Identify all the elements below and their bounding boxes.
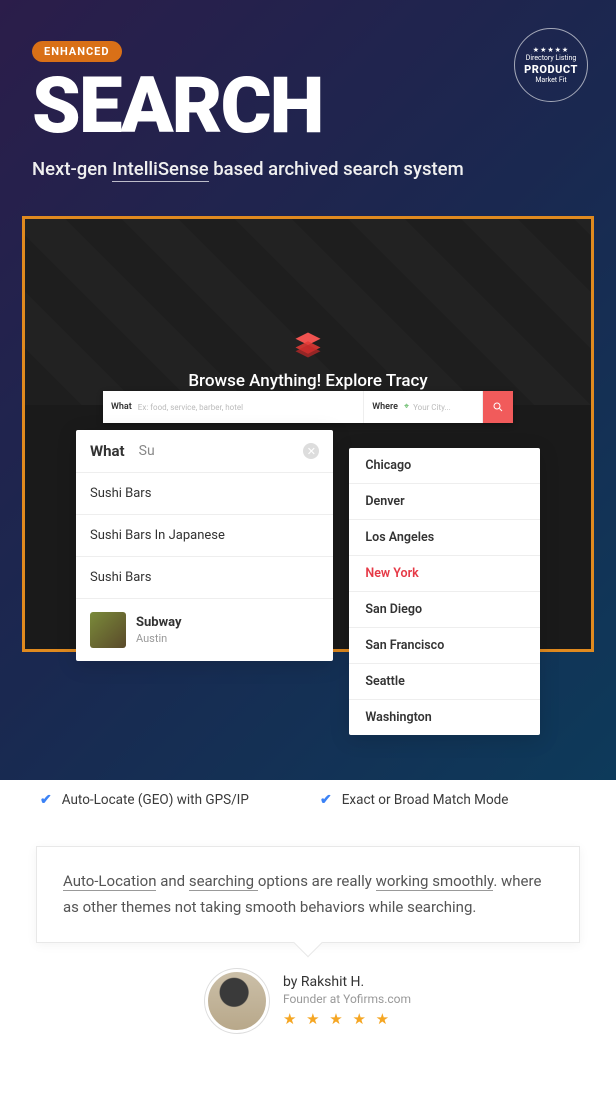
search-what-segment[interactable]: What Ex: food, service, barber, hotel (103, 391, 364, 423)
city-row[interactable]: San Francisco (349, 628, 540, 664)
clear-icon[interactable]: ✕ (303, 443, 319, 459)
what-dropdown: What Su ✕ Sushi Bars Sushi Bars In Japan… (76, 430, 333, 661)
search-button[interactable] (483, 391, 513, 423)
business-name: Subway (136, 615, 182, 630)
where-placeholder: Your City... (413, 403, 451, 412)
what-placeholder: Ex: food, service, barber, hotel (138, 403, 243, 412)
dropdowns-overlay: What Su ✕ Sushi Bars Sushi Bars In Japan… (76, 430, 540, 735)
dd-what-label: What (90, 442, 125, 460)
feature-item: ✔Auto-Locate (GEO) with GPS/IP (40, 792, 296, 808)
business-row[interactable]: Subway Austin (76, 598, 333, 661)
feature-item: ✔Exact or Broad Match Mode (320, 792, 576, 808)
search-icon (492, 401, 504, 413)
business-city: Austin (136, 632, 182, 645)
product-seal: ★★★★★ Directory Listing PRODUCT Market F… (514, 28, 588, 102)
city-row[interactable]: Washington (349, 700, 540, 735)
demo-headline: Browse Anything! Explore Tracy (188, 371, 427, 391)
page-title: SEARCH (32, 68, 584, 146)
author-role: Founder at Yofirms.com (283, 992, 411, 1006)
hero-section: ENHANCED ★★★★★ Directory Listing PRODUCT… (0, 0, 616, 780)
city-row[interactable]: San Diego (349, 592, 540, 628)
stack-logo-icon (292, 329, 324, 361)
check-icon: ✔ (320, 792, 332, 808)
dd-what-query: Su (139, 443, 155, 459)
intellisense-term: IntelliSense (112, 158, 209, 182)
city-row[interactable]: New York (349, 556, 540, 592)
page-subtitle: Next-gen IntelliSense based archived sea… (32, 158, 584, 180)
author-byline: by Rakshit H. (283, 974, 411, 990)
city-row[interactable]: Denver (349, 484, 540, 520)
testimonial-author: by Rakshit H. Founder at Yofirms.com ★ ★… (0, 969, 616, 1033)
check-icon: ✔ (40, 792, 52, 808)
locate-icon: ⌖ (404, 402, 409, 412)
where-dropdown: Chicago Denver Los Angeles New York San … (349, 448, 540, 735)
rating-stars-icon: ★ ★ ★ ★ ★ (283, 1010, 411, 1028)
city-row[interactable]: Seattle (349, 664, 540, 700)
business-thumb-icon (90, 612, 126, 648)
where-label: Where (372, 402, 398, 412)
city-row[interactable]: Chicago (349, 448, 540, 484)
suggestion-row[interactable]: Sushi Bars In Japanese (76, 514, 333, 556)
search-where-segment[interactable]: Where ⌖ Your City... (364, 391, 483, 423)
testimonial-card: Auto-Location and searching options are … (36, 846, 580, 943)
enhanced-badge: ENHANCED (32, 41, 122, 62)
demo-hero: Browse Anything! Explore Tracy What Ex: … (25, 219, 591, 405)
city-row[interactable]: Los Angeles (349, 520, 540, 556)
search-bar: What Ex: food, service, barber, hotel Wh… (103, 391, 513, 423)
suggestion-row[interactable]: Sushi Bars (76, 556, 333, 598)
what-label: What (111, 402, 132, 412)
avatar (205, 969, 269, 1033)
suggestion-row[interactable]: Sushi Bars (76, 472, 333, 514)
